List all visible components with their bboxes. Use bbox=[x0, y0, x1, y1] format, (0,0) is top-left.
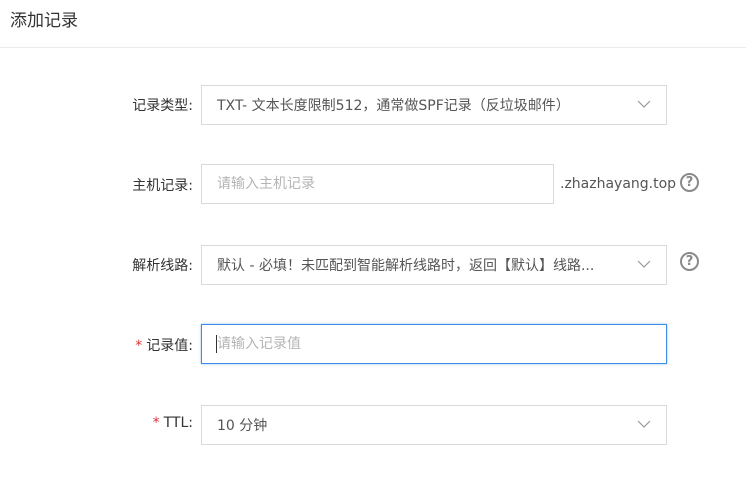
chevron-down-icon bbox=[637, 260, 651, 268]
chevron-down-icon bbox=[637, 420, 651, 428]
record-type-select[interactable]: TXT- 文本长度限制512，通常做SPF记录（反垃圾邮件） bbox=[201, 85, 667, 125]
line-select[interactable]: 默认 - 必填！未匹配到智能解析线路时，返回【默认】线路... bbox=[201, 245, 667, 285]
record-type-label: 记录类型: bbox=[132, 98, 193, 114]
ttl-label-wrap: * TTL: bbox=[153, 415, 193, 431]
dialog-header: 添加记录 bbox=[0, 0, 746, 48]
chevron-down-icon bbox=[637, 100, 651, 108]
record-value-label-wrap: * 记录值: bbox=[135, 335, 193, 355]
host-record-input[interactable] bbox=[201, 164, 554, 204]
record-value-label: 记录值: bbox=[146, 338, 193, 354]
help-icon[interactable]: ? bbox=[680, 173, 699, 192]
domain-suffix: .zhazhayang.top bbox=[560, 176, 677, 192]
ttl-value: 10 分钟 bbox=[217, 418, 268, 434]
required-mark: * bbox=[135, 338, 143, 354]
record-value-input[interactable] bbox=[201, 324, 667, 364]
page-title: 添加记录 bbox=[10, 11, 78, 31]
ttl-select[interactable]: 10 分钟 bbox=[201, 405, 667, 445]
line-label: 解析线路: bbox=[132, 258, 193, 274]
help-icon[interactable]: ? bbox=[680, 252, 699, 271]
text-cursor bbox=[216, 335, 217, 353]
record-type-value: TXT- 文本长度限制512，通常做SPF记录（反垃圾邮件） bbox=[217, 98, 570, 114]
required-mark: * bbox=[152, 415, 160, 431]
host-record-label: 主机记录: bbox=[132, 178, 193, 194]
ttl-label: TTL: bbox=[163, 415, 193, 431]
line-value: 默认 - 必填！未匹配到智能解析线路时，返回【默认】线路... bbox=[217, 258, 595, 274]
